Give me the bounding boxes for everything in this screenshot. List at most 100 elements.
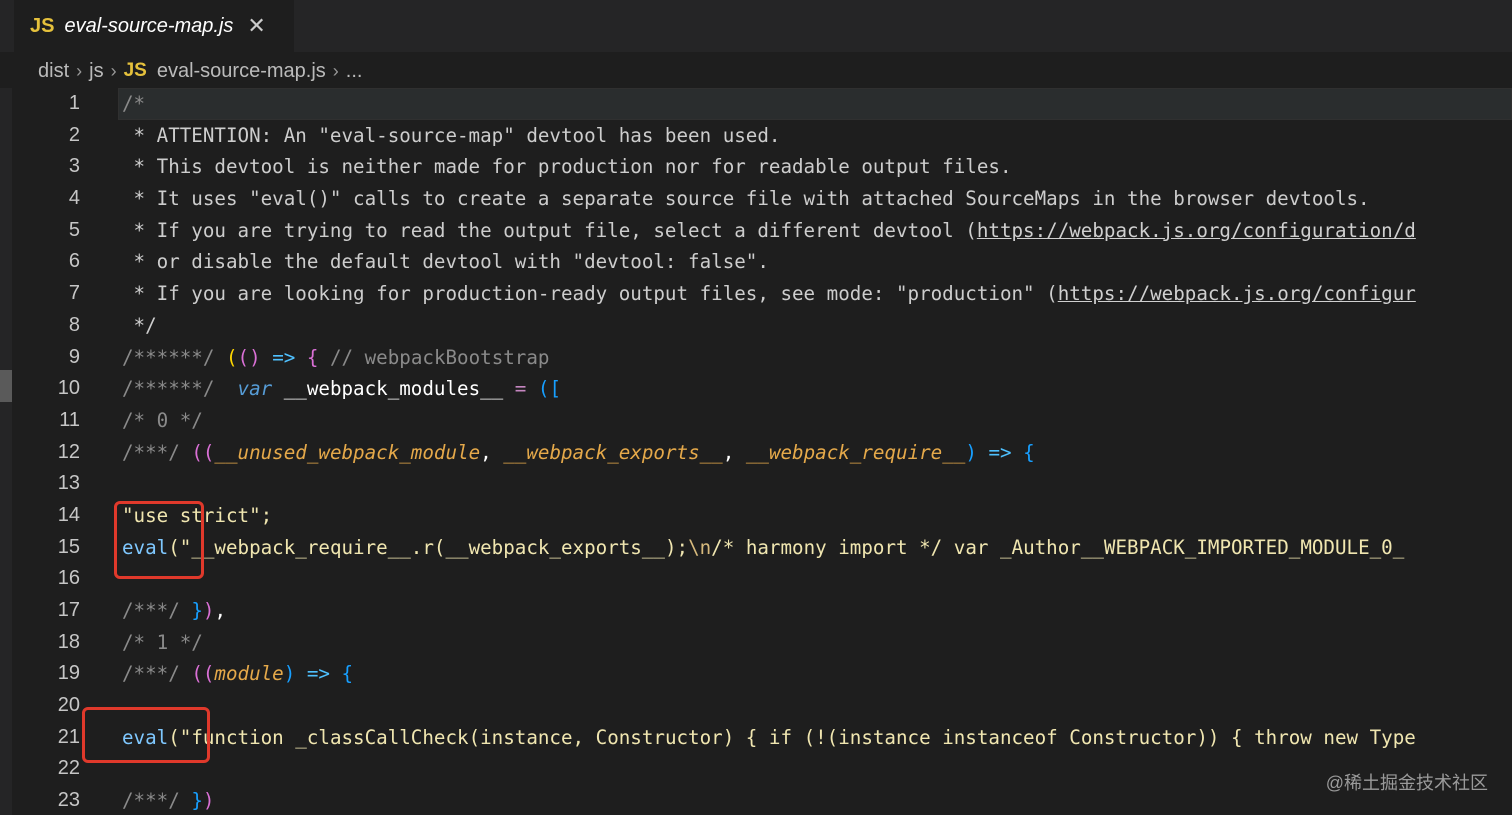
comment: /* 1 */ xyxy=(122,630,203,654)
eval-highlight-box xyxy=(82,707,210,763)
code-line[interactable]: * This devtool is neither made for produ… xyxy=(122,151,1512,183)
parameter: __unused_webpack_module xyxy=(214,440,481,464)
code-line[interactable]: eval("__webpack_require__.r(__webpack_ex… xyxy=(122,532,1512,564)
paren: ) xyxy=(202,789,215,813)
arrow-operator: => xyxy=(260,345,307,369)
code-area[interactable]: /* * ATTENTION: An "eval-source-map" dev… xyxy=(122,88,1512,815)
arrow-operator: => xyxy=(976,440,1024,464)
line-number: 23 xyxy=(57,789,80,812)
line-number: 12 xyxy=(57,440,80,463)
comment: /***/ xyxy=(122,662,192,686)
code-line[interactable]: /***/ ((__unused_webpack_module, __webpa… xyxy=(122,437,1512,469)
code-line[interactable]: eval("function _classCallCheck(instance,… xyxy=(122,722,1512,754)
comment-link[interactable]: https://webpack.js.org/configur xyxy=(1058,282,1416,305)
chevron-right-icon: › xyxy=(332,60,339,81)
bracket: ([ xyxy=(526,377,561,401)
string: /* harmony import */ var _Author__WEBPAC… xyxy=(711,535,1405,559)
parameter: __webpack_exports__ xyxy=(503,440,723,464)
line-number: 4 xyxy=(68,187,80,210)
code-line[interactable] xyxy=(122,753,1512,785)
code-line[interactable]: * If you are looking for production-read… xyxy=(122,278,1512,310)
punctuation: , xyxy=(722,440,746,464)
code-line[interactable]: * ATTENTION: An "eval-source-map" devtoo… xyxy=(122,120,1512,152)
code-line[interactable]: */ xyxy=(122,310,1512,342)
line-number: 17 xyxy=(57,599,80,621)
brace: } xyxy=(191,789,203,813)
line-number: 11 xyxy=(59,408,80,431)
line-number: 3 xyxy=(68,155,80,178)
code-line[interactable]: /***/ }), xyxy=(122,595,1512,627)
code-line[interactable]: "use strict"; xyxy=(122,500,1512,532)
comment: * It uses "eval()" calls to create a sep… xyxy=(122,187,1370,211)
code-line[interactable]: /******/ (() => { // webpackBootstrap xyxy=(122,342,1512,374)
active-indicator xyxy=(0,370,12,402)
line-number: 2 xyxy=(68,123,80,146)
code-line[interactable]: /* 0 */ xyxy=(122,405,1512,437)
close-icon[interactable]: ✕ xyxy=(247,13,265,39)
comment: /******/ xyxy=(122,377,226,401)
keyword: var xyxy=(225,377,273,401)
code-line[interactable]: /***/ }) xyxy=(122,785,1512,815)
comment: * If you are looking for production-read… xyxy=(122,282,1058,306)
code-line[interactable]: /* xyxy=(122,88,1512,120)
comment: /***/ xyxy=(122,599,192,622)
string: ("__webpack_require__.r(__webpack_export… xyxy=(168,535,689,559)
comment: // webpackBootstrap xyxy=(318,345,550,369)
eval-highlight-box xyxy=(114,501,204,579)
paren: ) xyxy=(283,662,296,686)
comment: * ATTENTION: An "eval-source-map" devtoo… xyxy=(122,123,781,147)
code-line[interactable]: /******/ var __webpack_modules__ = ([ xyxy=(122,373,1512,405)
brace: } xyxy=(191,599,203,622)
line-number: 10 xyxy=(57,377,80,400)
paren: ( xyxy=(225,345,238,369)
breadcrumb-item-symbols[interactable]: ... xyxy=(346,60,363,83)
line-number: 21 xyxy=(57,725,80,748)
tab-eval-source-map[interactable]: JS eval-source-map.js ✕ xyxy=(14,0,294,52)
activity-bar-edge xyxy=(0,88,12,815)
watermark: @稀土掘金技术社区 xyxy=(1325,773,1488,793)
chevron-right-icon: › xyxy=(110,60,117,81)
punctuation: , xyxy=(480,440,504,464)
tab-bar: JS eval-source-map.js ✕ xyxy=(0,0,1512,52)
comment: /***/ xyxy=(122,789,192,813)
breadcrumb-item-file[interactable]: eval-source-map.js xyxy=(157,60,326,83)
comment: /******/ xyxy=(122,345,226,369)
brace: { xyxy=(306,345,319,369)
comment: * If you are trying to read the output f… xyxy=(122,218,977,242)
comment-link[interactable]: https://webpack.js.org/configuration/d xyxy=(977,219,1416,242)
line-number: 5 xyxy=(68,218,80,241)
paren: (( xyxy=(191,662,215,686)
code-line[interactable]: * It uses "eval()" calls to create a sep… xyxy=(122,183,1512,215)
line-number: 18 xyxy=(57,630,80,653)
code-editor[interactable]: 1 2 3 4 5 6 7 8 9 10 11 12 13 14 15 16 1… xyxy=(0,88,1512,815)
string: ("function _classCallCheck(instance, Con… xyxy=(168,725,1416,749)
code-line[interactable]: * or disable the default devtool with "d… xyxy=(122,246,1512,278)
line-number: 8 xyxy=(68,313,80,336)
chevron-right-icon: › xyxy=(76,60,83,81)
code-line[interactable]: /***/ ((module) => { xyxy=(122,658,1512,690)
line-number: 22 xyxy=(57,757,80,780)
js-file-icon: JS xyxy=(30,14,55,37)
line-number: 14 xyxy=(57,503,80,526)
line-number-gutter: 1 2 3 4 5 6 7 8 9 10 11 12 13 14 15 16 1… xyxy=(12,88,92,815)
brace: { xyxy=(341,662,354,686)
line-number: 15 xyxy=(57,535,80,558)
breadcrumb-item-js[interactable]: js xyxy=(89,60,103,83)
comment: */ xyxy=(122,313,157,337)
code-line[interactable] xyxy=(122,468,1512,500)
comment: /***/ xyxy=(122,440,192,464)
code-line[interactable] xyxy=(122,690,1512,722)
code-line[interactable]: /* 1 */ xyxy=(122,627,1512,659)
line-number: 9 xyxy=(68,345,80,368)
code-line[interactable]: * If you are trying to read the output f… xyxy=(122,215,1512,247)
paren: (( xyxy=(191,440,215,464)
escape-sequence: \n xyxy=(688,535,712,559)
line-number: 6 xyxy=(68,250,80,273)
js-file-icon: JS xyxy=(123,60,147,81)
paren: ) xyxy=(965,440,977,464)
tab-title[interactable]: eval-source-map.js xyxy=(64,15,233,38)
line-number: 20 xyxy=(57,694,80,717)
paren: ) xyxy=(202,599,215,622)
breadcrumb-item-dist[interactable]: dist xyxy=(38,60,69,83)
code-line[interactable] xyxy=(122,563,1512,595)
